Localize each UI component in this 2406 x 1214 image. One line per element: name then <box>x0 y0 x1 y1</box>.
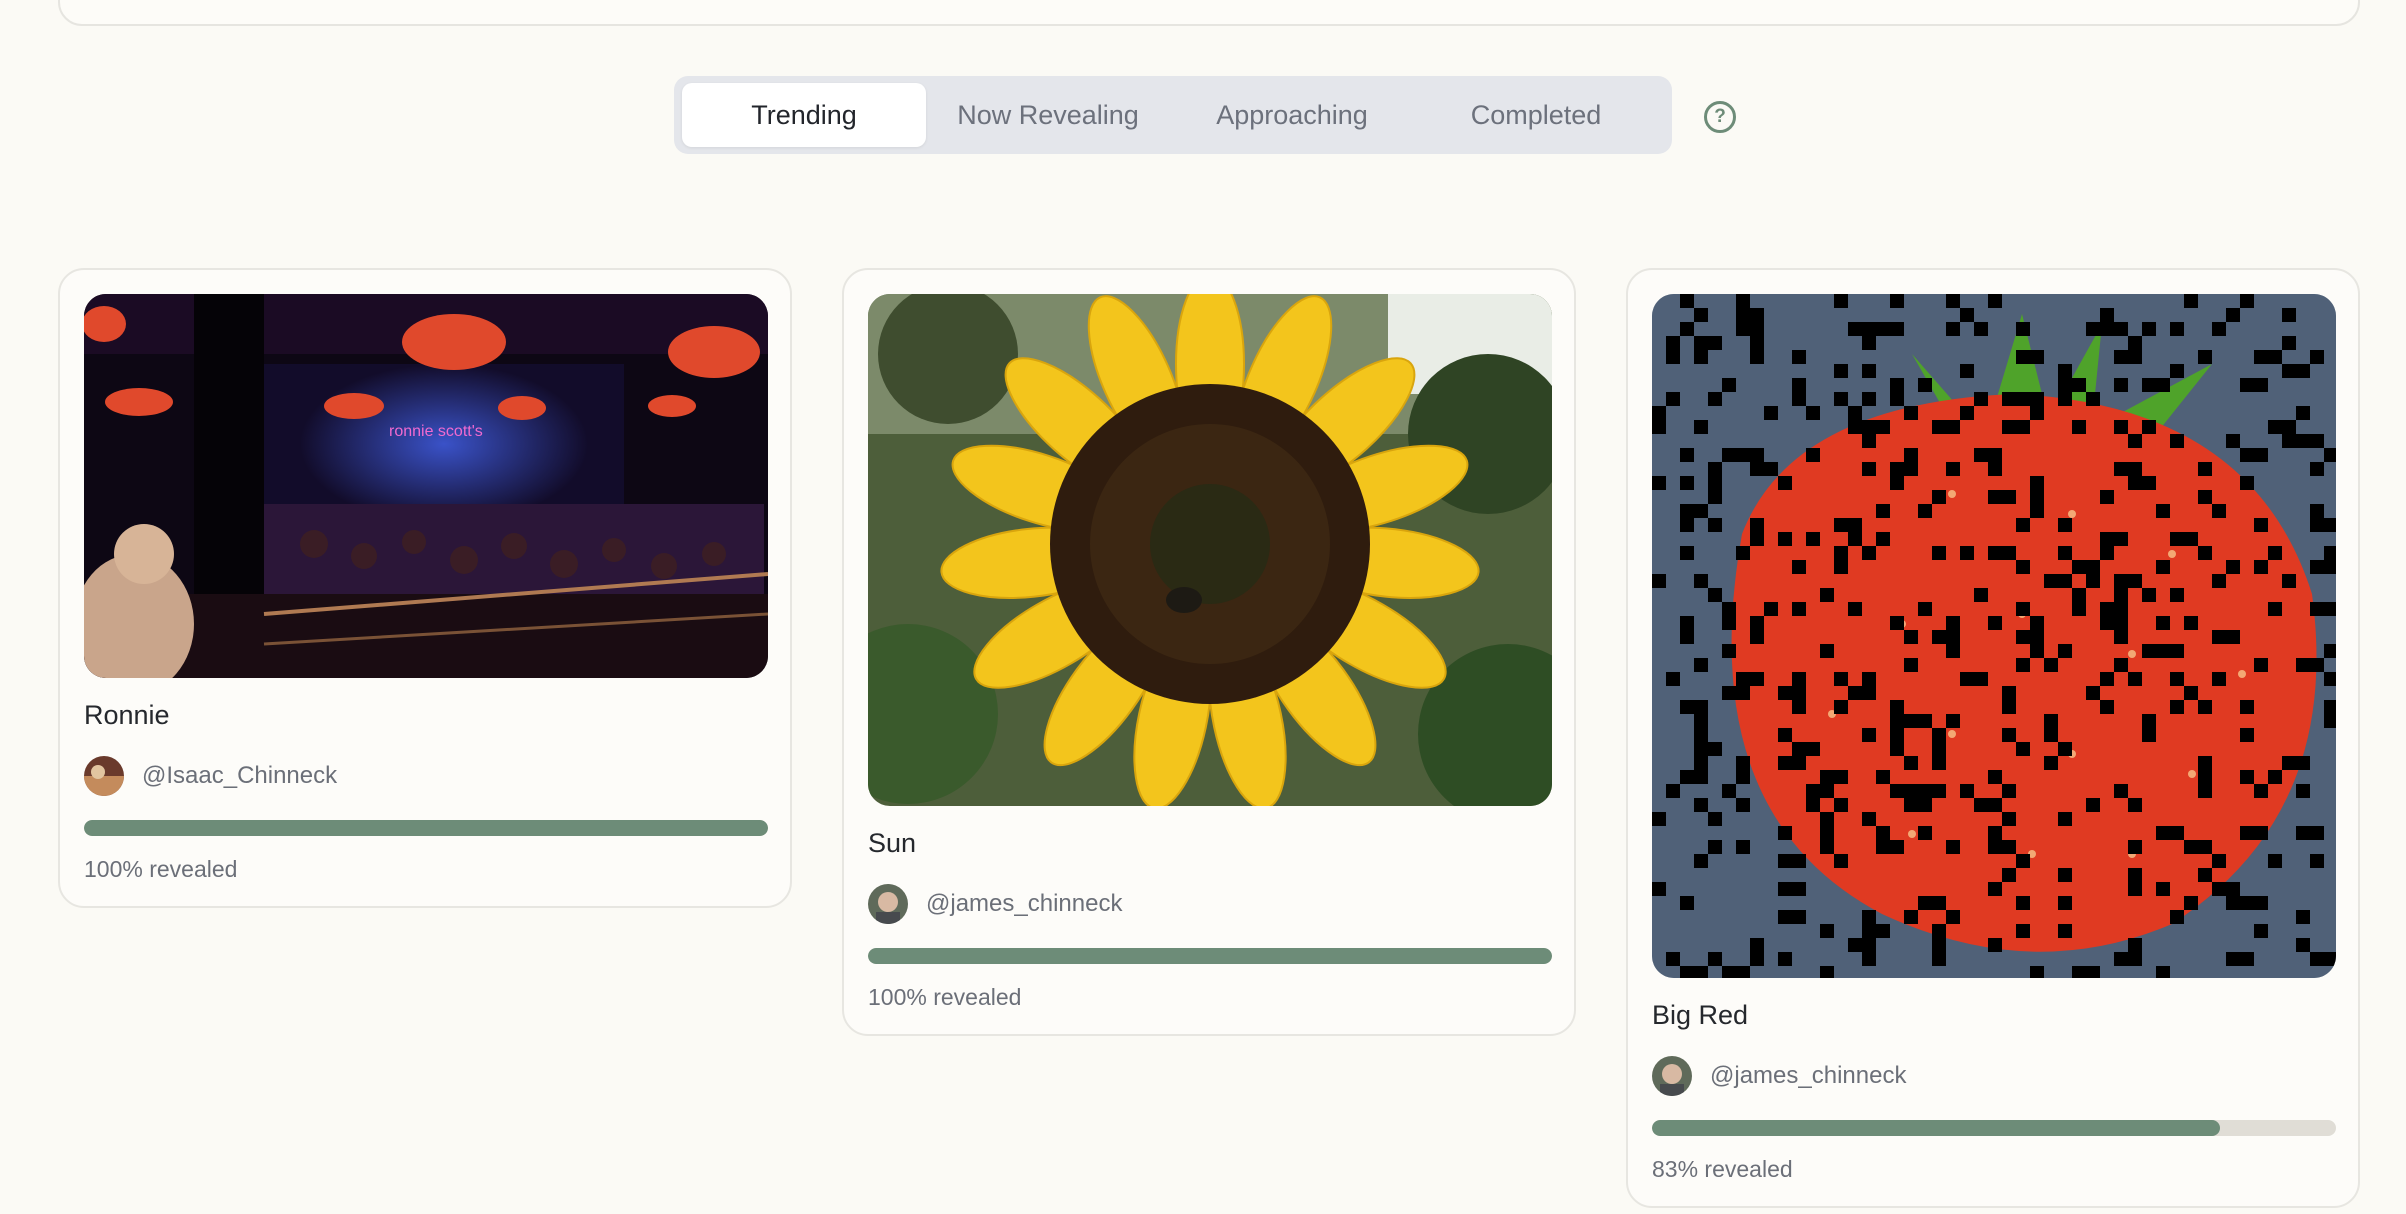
card-title[interactable]: Ronnie <box>84 700 170 731</box>
avatar[interactable] <box>84 756 124 796</box>
image-card-big-red[interactable]: Big Red @james_chinneck 83% revealed <box>1626 268 2360 1208</box>
svg-text:ronnie scott's: ronnie scott's <box>389 423 483 440</box>
reveal-progress-bar <box>1652 1120 2336 1136</box>
card-user[interactable]: @Isaac_Chinneck <box>84 756 337 796</box>
reveal-progress-fill <box>868 948 1552 964</box>
avatar[interactable] <box>868 884 908 924</box>
reveal-percentage: 100% revealed <box>84 856 238 882</box>
tab-trending[interactable]: Trending <box>682 83 926 147</box>
tab-bar: Trending Now Revealing Approaching Compl… <box>674 76 1672 154</box>
image-card-ronnie[interactable]: ronnie scott's Ronnie @Isaac_Chinneck 10… <box>58 268 792 908</box>
tab-now-revealing[interactable]: Now Revealing <box>926 83 1170 147</box>
reveal-progress-fill <box>84 820 768 836</box>
card-title[interactable]: Sun <box>868 828 916 859</box>
reveal-percentage: 83% revealed <box>1652 1156 1793 1182</box>
username[interactable]: @james_chinneck <box>1710 1062 1906 1090</box>
card-user[interactable]: @james_chinneck <box>1652 1056 1906 1096</box>
username[interactable]: @james_chinneck <box>926 890 1122 918</box>
avatar[interactable] <box>1652 1056 1692 1096</box>
reveal-progress-bar <box>868 948 1552 964</box>
username[interactable]: @Isaac_Chinneck <box>142 762 337 790</box>
reveal-progress-bar <box>84 820 768 836</box>
reveal-progress-fill <box>1652 1120 2220 1136</box>
sunflower-photo[interactable] <box>868 294 1552 806</box>
tab-completed[interactable]: Completed <box>1414 83 1658 147</box>
question-circle-icon[interactable]: ? <box>1704 101 1736 133</box>
strawberry-photo[interactable] <box>1652 294 2336 978</box>
page: Trending Now Revealing Approaching Compl… <box>0 0 2406 1214</box>
card-title[interactable]: Big Red <box>1652 1000 1748 1031</box>
card-user[interactable]: @james_chinneck <box>868 884 1122 924</box>
image-card-sun[interactable]: Sun @james_chinneck 100% revealed <box>842 268 1576 1036</box>
tab-approaching[interactable]: Approaching <box>1170 83 1414 147</box>
jazz-club-photo[interactable]: ronnie scott's <box>84 294 768 678</box>
top-panel <box>58 0 2360 26</box>
reveal-percentage: 100% revealed <box>868 984 1022 1010</box>
